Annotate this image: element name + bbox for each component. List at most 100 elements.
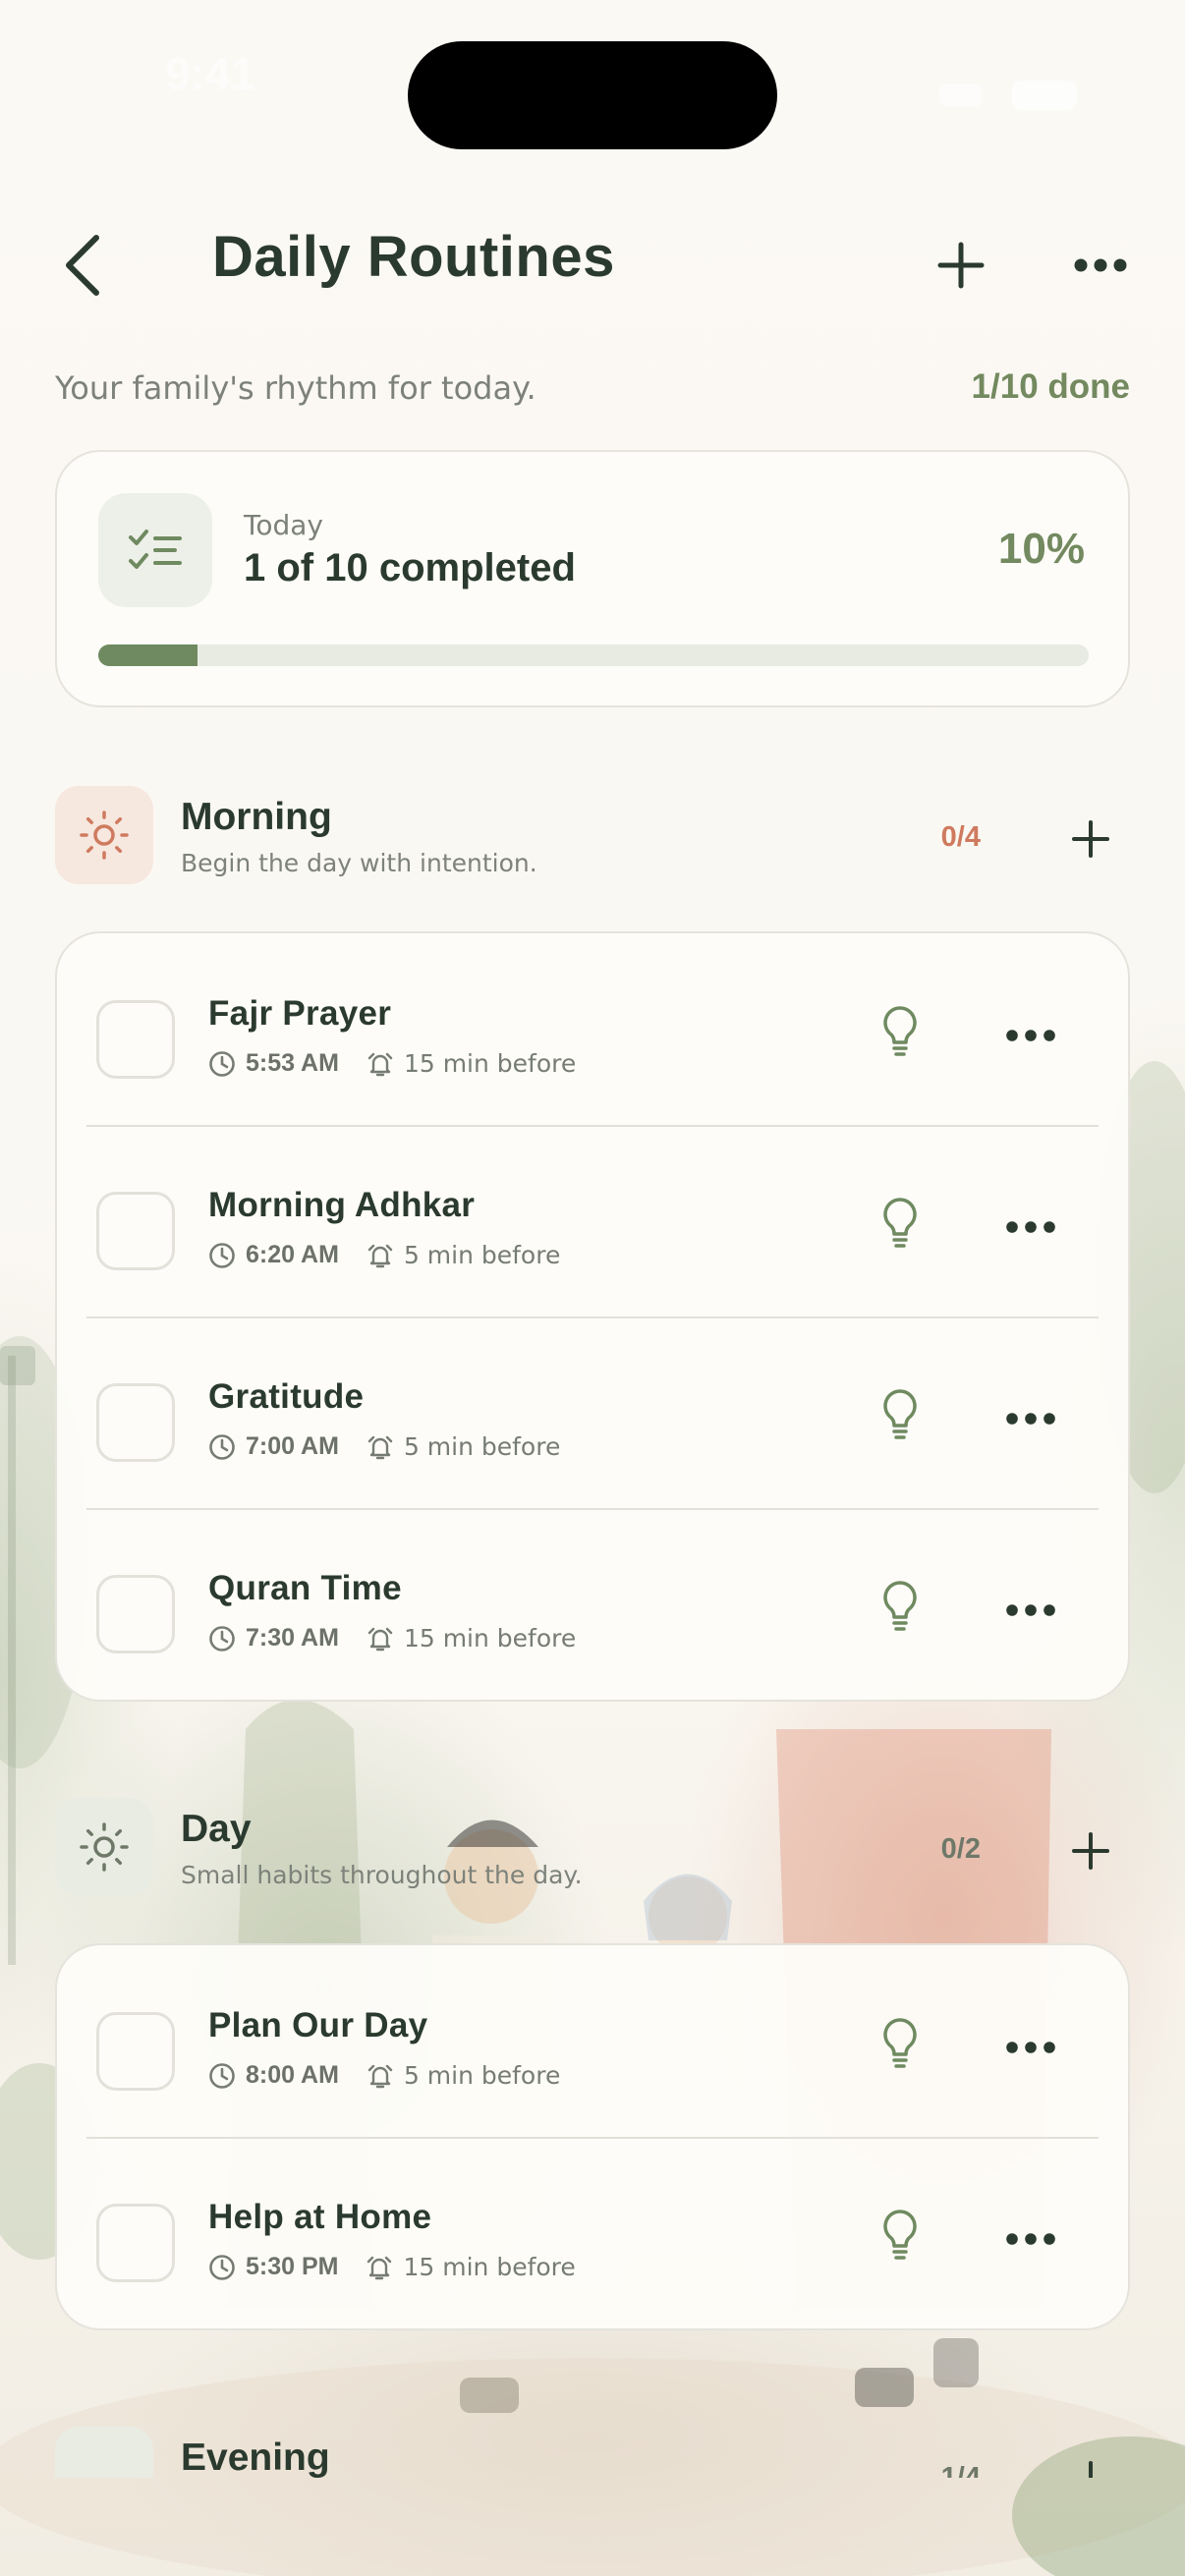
routine-reminder: 15 min before: [403, 1049, 577, 1078]
page-title: Daily Routines: [212, 225, 615, 289]
chevron-left-icon: [66, 235, 99, 296]
routine-row: Plan Our Day 8:00 AM 5 min before: [57, 1945, 1128, 2137]
section-description: Begin the day with intention.: [181, 849, 537, 877]
section-title: Evening: [181, 2436, 330, 2478]
battery-icon: [1012, 81, 1077, 110]
routine-reminder: 15 min before: [403, 1624, 577, 1652]
routine-time: 8:00 AM: [246, 2061, 339, 2089]
routine-time: 6:20 AM: [246, 1241, 339, 1268]
routine-more-button[interactable]: [987, 996, 1075, 1075]
routine-more-button[interactable]: [987, 2200, 1075, 2278]
more-options-button[interactable]: [1063, 228, 1138, 303]
alarm-bell-icon: [367, 1052, 393, 1076]
add-morning-routine-button[interactable]: [1051, 800, 1130, 878]
section-title: Day: [181, 1808, 252, 1850]
routine-meta: 8:00 AM 5 min before: [208, 2061, 560, 2090]
page-subtitle: Your family's rhythm for today.: [55, 369, 536, 407]
routine-row: Gratitude 7:00 AM 5 min before: [57, 1316, 1128, 1508]
ellipsis-icon: [1006, 2233, 1055, 2245]
ellipsis-icon: [1006, 1221, 1055, 1233]
clock-icon: [209, 2062, 235, 2089]
routine-time: 5:53 AM: [246, 1049, 339, 1077]
alarm-bell-icon: [367, 1435, 393, 1459]
routine-more-button[interactable]: [987, 1379, 1075, 1458]
routine-time: 7:00 AM: [246, 1432, 339, 1460]
dynamic-island: [408, 41, 777, 149]
routine-time: 7:30 AM: [246, 1624, 339, 1652]
moon-icon: [55, 2427, 153, 2478]
clock-icon: [209, 1242, 235, 1268]
section-title: Morning: [181, 796, 332, 838]
progress-bar: [98, 644, 1089, 666]
ellipsis-icon: [1006, 1030, 1055, 1041]
alarm-bell-icon: [367, 2064, 393, 2088]
routine-row: Fajr Prayer 5:53 AM 15 min before: [57, 933, 1128, 1125]
routine-checkbox[interactable]: [96, 2012, 175, 2091]
section-header-morning: Morning Begin the day with intention. 0/…: [55, 786, 1130, 888]
section-header-day: Day Small habits throughout the day. 0/2: [55, 1798, 1130, 1900]
routine-checkbox[interactable]: [96, 1575, 175, 1653]
sun-icon: [55, 786, 153, 884]
routine-more-button[interactable]: [987, 1571, 1075, 1650]
routine-meta: 5:53 AM 15 min before: [208, 1049, 576, 1078]
clock-icon: [209, 1433, 235, 1460]
routine-meta: 6:20 AM 5 min before: [208, 1241, 560, 1269]
checklist-icon: [98, 493, 212, 607]
sun-icon: [55, 1798, 153, 1896]
lightbulb-icon[interactable]: [865, 2004, 935, 2083]
plus-icon: [937, 242, 985, 289]
status-time: 9:41: [165, 48, 256, 99]
ellipsis-icon: [1006, 1413, 1055, 1425]
alarm-bell-icon: [367, 1627, 393, 1651]
back-button[interactable]: [51, 226, 114, 305]
section-count: 1/4: [940, 2462, 981, 2478]
done-count: 1/10 done: [971, 367, 1130, 406]
ellipsis-icon: [1006, 1604, 1055, 1616]
routine-row: Morning Adhkar 6:20 AM 5 min before: [57, 1125, 1128, 1316]
routine-card-morning: Fajr Prayer 5:53 AM 15 min before Mornin…: [55, 931, 1130, 1702]
add-evening-routine-button[interactable]: [1051, 2440, 1130, 2478]
progress-card: Today 1 of 10 completed 10%: [55, 450, 1130, 707]
add-day-routine-button[interactable]: [1051, 1812, 1130, 1890]
ellipsis-icon: [1074, 258, 1127, 272]
lightbulb-icon[interactable]: [865, 992, 935, 1071]
plus-icon: [1072, 820, 1109, 858]
ellipsis-icon: [1006, 2042, 1055, 2053]
routine-card-day: Plan Our Day 8:00 AM 5 min before Help a…: [55, 1943, 1130, 2330]
signal-icon: [939, 84, 983, 106]
routine-checkbox[interactable]: [96, 1383, 175, 1462]
add-routine-button[interactable]: [924, 228, 998, 303]
routine-name: Gratitude: [208, 1377, 365, 1416]
progress-label: Today: [244, 509, 323, 541]
routine-name: Plan Our Day: [208, 2006, 428, 2044]
routine-name: Quran Time: [208, 1569, 402, 1607]
routine-name: Help at Home: [208, 2198, 432, 2236]
routine-name: Morning Adhkar: [208, 1186, 476, 1224]
plus-icon: [1074, 2461, 1107, 2478]
lightbulb-icon[interactable]: [865, 1567, 935, 1646]
clock-icon: [209, 1625, 235, 1652]
routine-name: Fajr Prayer: [208, 994, 392, 1033]
progress-summary: 1 of 10 completed: [244, 546, 576, 589]
routine-checkbox[interactable]: [96, 1000, 175, 1079]
progress-bar-fill: [98, 644, 198, 666]
section-count: 0/2: [940, 1833, 981, 1865]
section-header-evening: Evening 1/4: [55, 2427, 1130, 2478]
routine-more-button[interactable]: [987, 2008, 1075, 2087]
routine-more-button[interactable]: [987, 1188, 1075, 1266]
routine-reminder: 5 min before: [403, 1432, 561, 1461]
lightbulb-icon[interactable]: [865, 1184, 935, 1262]
alarm-bell-icon: [367, 2256, 392, 2279]
clock-icon: [209, 2254, 235, 2280]
status-bar: 9:41: [0, 0, 1185, 149]
routine-checkbox[interactable]: [96, 1192, 175, 1270]
routine-reminder: 5 min before: [403, 1241, 561, 1269]
alarm-bell-icon: [367, 1244, 393, 1267]
routine-row: Help at Home 5:30 PM 15 min before: [57, 2137, 1128, 2328]
routine-meta: 7:30 AM 15 min before: [208, 1624, 576, 1652]
routine-checkbox[interactable]: [96, 2204, 175, 2282]
routine-reminder: 15 min before: [403, 2253, 576, 2281]
routine-reminder: 5 min before: [403, 2061, 561, 2090]
lightbulb-icon[interactable]: [865, 2196, 935, 2274]
lightbulb-icon[interactable]: [865, 1375, 935, 1454]
